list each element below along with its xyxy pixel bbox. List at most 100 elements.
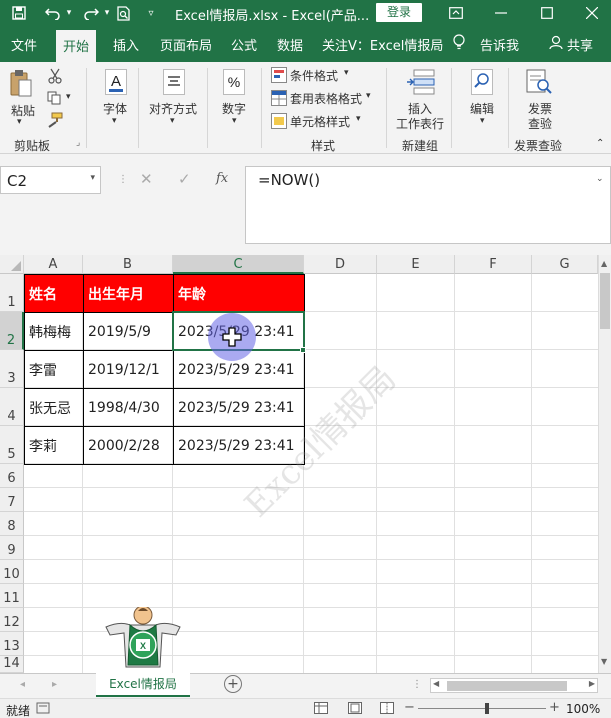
tab-home[interactable]: 开始 [56, 30, 97, 62]
zoom-out-icon[interactable]: − [404, 700, 415, 715]
table-cell[interactable]: 张无忌 [24, 388, 84, 427]
invoice-check-icon[interactable] [523, 67, 555, 97]
cut-icon[interactable] [46, 67, 64, 85]
scroll-up-icon[interactable]: ▲ [601, 259, 607, 268]
save-icon[interactable] [8, 0, 30, 26]
row-header-1[interactable]: 1 [0, 274, 24, 312]
alignment-dropdown-icon[interactable]: ▾ [170, 116, 175, 126]
table-cell[interactable]: 2019/5/9 [83, 312, 174, 351]
scroll-down-icon[interactable]: ▼ [601, 657, 607, 666]
name-box-dropdown-icon[interactable]: ▾ [90, 173, 95, 183]
user-icon[interactable] [549, 35, 563, 54]
percent-icon[interactable]: % [220, 67, 248, 97]
invoice-check-button-line2[interactable]: 查验 [528, 115, 552, 132]
table-cell[interactable]: 2023/5/29 23:41 [173, 388, 305, 427]
collapse-ribbon-icon[interactable]: ⌃ [596, 138, 604, 149]
tab-insert[interactable]: 插入 [113, 35, 139, 54]
conditional-format-button[interactable]: 条件格式 [290, 67, 338, 84]
paste-icon[interactable] [8, 68, 34, 100]
paste-dropdown-icon[interactable]: ▾ [17, 117, 22, 127]
close-icon[interactable] [578, 0, 606, 26]
row-header-3[interactable]: 3 [0, 350, 24, 388]
vertical-scroll-thumb[interactable] [600, 273, 610, 329]
customize-toolbar-icon[interactable]: ▿ [144, 0, 158, 26]
alignment-icon[interactable] [160, 67, 188, 97]
scroll-right-icon[interactable]: ▶ [589, 679, 595, 688]
table-cell[interactable]: 李雷 [24, 350, 84, 389]
column-header-b[interactable]: B [83, 255, 173, 274]
page-layout-view-icon[interactable] [348, 702, 362, 717]
conditional-format-icon[interactable] [271, 67, 287, 83]
header-cell-name[interactable]: 姓名 [24, 274, 84, 313]
enter-icon[interactable]: ✓ [178, 170, 191, 188]
ribbon-display-options-icon[interactable] [442, 0, 470, 26]
prev-sheet-icon[interactable]: ◂ [20, 679, 25, 690]
row-header-12[interactable]: 12 [0, 608, 24, 632]
column-header-f[interactable]: F [455, 255, 532, 274]
table-format-button[interactable]: 套用表格格式 [290, 90, 362, 107]
row-header-6[interactable]: 6 [0, 464, 24, 488]
row-header-9[interactable]: 9 [0, 536, 24, 560]
minimize-icon[interactable] [487, 0, 515, 26]
expand-formula-icon[interactable]: ⌄ [596, 174, 604, 184]
row-header-2[interactable]: 2 [0, 312, 24, 350]
scroll-left-icon[interactable]: ◀ [433, 679, 439, 688]
redo-icon[interactable] [80, 0, 102, 26]
accessibility-icon[interactable] [36, 702, 50, 714]
undo-icon[interactable] [42, 0, 64, 26]
row-header-4[interactable]: 4 [0, 388, 24, 426]
copy-dropdown-icon[interactable]: ▾ [66, 92, 71, 102]
column-header-a[interactable]: A [24, 255, 83, 274]
paste-button[interactable]: 粘贴 [11, 102, 35, 119]
horizontal-scrollbar[interactable]: ◀ ▶ [430, 678, 598, 693]
row-header-8[interactable]: 8 [0, 512, 24, 536]
select-all-corner[interactable] [0, 255, 24, 274]
normal-view-icon[interactable] [314, 702, 328, 717]
table-cell[interactable]: 2000/2/28 [83, 426, 174, 465]
zoom-slider[interactable] [418, 708, 546, 709]
formula-input[interactable]: =NOW() [245, 166, 611, 244]
fill-handle[interactable] [300, 347, 306, 353]
sheet-bar-grip-icon[interactable]: ⋮ [412, 679, 422, 690]
zoom-in-icon[interactable]: + [549, 700, 560, 715]
header-cell-age[interactable]: 年龄 [173, 274, 305, 313]
undo-dropdown-icon[interactable]: ▾ [64, 0, 74, 26]
next-sheet-icon[interactable]: ▸ [52, 679, 57, 690]
font-dropdown-icon[interactable]: ▾ [112, 116, 117, 126]
sheet-tab-active[interactable]: Excel情报局 [96, 673, 190, 697]
tab-follow[interactable]: 关注V：Excel情报局 [322, 35, 443, 54]
redo-dropdown-icon[interactable]: ▾ [102, 0, 112, 26]
row-header-13[interactable]: 13 [0, 632, 24, 656]
print-preview-icon[interactable] [114, 0, 134, 26]
header-cell-birth[interactable]: 出生年月 [83, 274, 174, 313]
column-header-c[interactable]: C [173, 255, 304, 274]
add-sheet-icon[interactable]: + [224, 675, 242, 693]
find-icon[interactable] [468, 67, 496, 97]
tab-formulas[interactable]: 公式 [231, 35, 257, 54]
copy-icon[interactable] [46, 89, 64, 107]
font-button[interactable]: 字体 [103, 100, 127, 117]
insert-row-button-line2[interactable]: 工作表行 [396, 115, 444, 132]
maximize-icon[interactable] [533, 0, 561, 26]
format-painter-icon[interactable] [46, 111, 64, 129]
alignment-button[interactable]: 对齐方式 [149, 100, 197, 117]
table-cell[interactable]: 1998/4/30 [83, 388, 174, 427]
column-header-e[interactable]: E [377, 255, 455, 274]
horizontal-scroll-thumb[interactable] [447, 681, 567, 691]
vertical-scrollbar[interactable]: ▲ ▼ [598, 255, 611, 673]
table-cell[interactable]: 2019/12/1 [83, 350, 174, 389]
tab-share[interactable]: 共享 [567, 35, 593, 54]
table-cell[interactable]: 韩梅梅 [24, 312, 84, 351]
insert-row-icon[interactable] [405, 67, 437, 97]
number-dropdown-icon[interactable]: ▾ [232, 116, 237, 126]
row-header-10[interactable]: 10 [0, 560, 24, 584]
table-cell[interactable]: 李莉 [24, 426, 84, 465]
name-box[interactable]: C2 ▾ [0, 166, 101, 194]
row-header-5[interactable]: 5 [0, 426, 24, 464]
insert-function-icon[interactable]: fx [216, 171, 228, 186]
row-header-11[interactable]: 11 [0, 584, 24, 608]
zoom-level[interactable]: 100% [566, 702, 600, 716]
zoom-slider-thumb[interactable] [485, 703, 489, 714]
login-button[interactable]: 登录 [376, 3, 422, 22]
page-break-view-icon[interactable] [380, 702, 394, 717]
